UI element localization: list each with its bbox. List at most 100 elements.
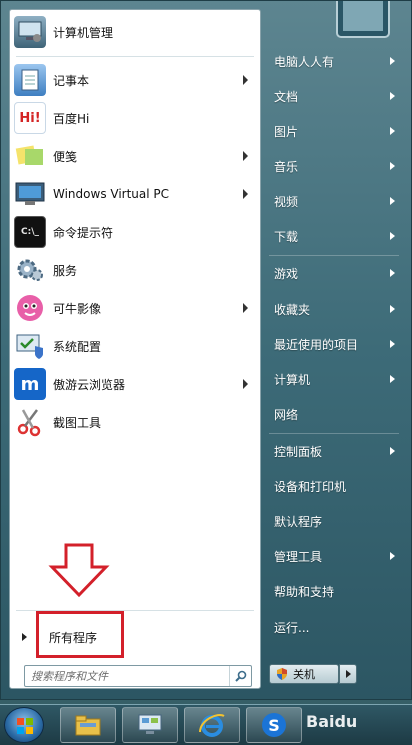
place-item[interactable]: 管理工具	[265, 540, 405, 573]
place-item[interactable]: 收藏夹	[265, 293, 405, 326]
place-item[interactable]: 图片	[265, 115, 405, 148]
place-item[interactable]: 文档	[265, 80, 405, 113]
place-label: 计算机	[274, 373, 311, 387]
expand-arrow-icon	[22, 633, 27, 641]
shutdown-label: 关机	[293, 668, 315, 681]
program-label: 服务	[53, 263, 78, 278]
place-label: 下载	[274, 230, 299, 244]
chevron-right-icon	[390, 269, 395, 277]
chevron-right-icon	[390, 127, 395, 135]
program-label: 系统配置	[53, 339, 102, 354]
place-label: 网络	[274, 408, 299, 422]
place-item[interactable]: 控制面板	[265, 435, 405, 468]
virtual-pc-icon	[14, 178, 46, 210]
start-button[interactable]	[4, 707, 44, 743]
program-item[interactable]: m 傲游云浏览器	[10, 366, 260, 402]
chevron-right-icon	[390, 197, 395, 205]
program-label: 命令提示符	[53, 225, 114, 240]
search-input[interactable]: 搜索程序和文件	[25, 668, 229, 684]
program-item[interactable]: Windows Virtual PC	[10, 176, 260, 212]
chevron-right-icon	[243, 379, 248, 389]
programs-pane: 计算机管理记事本 Hi! 百度Hi 便笺 Windows Virtual PC C:\_ 命…	[9, 9, 261, 689]
maxthon-browser-icon: m	[14, 368, 46, 400]
place-item[interactable]: 视频	[265, 185, 405, 218]
place-label: 视频	[274, 195, 299, 209]
place-item[interactable]: 计算机	[265, 363, 405, 396]
windows-logo-icon	[17, 718, 33, 734]
chevron-right-icon	[390, 552, 395, 560]
taskbar-ie-button[interactable]	[184, 707, 240, 743]
search-icon	[234, 670, 246, 682]
program-item[interactable]: C:\_ 命令提示符	[10, 214, 260, 250]
chevron-right-icon	[345, 670, 351, 678]
search-button[interactable]	[229, 666, 251, 686]
place-label: 音乐	[274, 160, 299, 174]
search-box[interactable]: 搜索程序和文件	[24, 665, 252, 687]
program-item[interactable]: 便笺	[10, 138, 260, 174]
program-item[interactable]: 可牛影像	[10, 290, 260, 326]
place-item[interactable]: 设备和打印机	[265, 470, 405, 503]
chevron-right-icon	[390, 92, 395, 100]
place-label: 收藏夹	[274, 303, 311, 317]
place-item[interactable]: 默认程序	[265, 505, 405, 538]
command-prompt-icon: C:\_	[14, 216, 46, 248]
program-label: 百度Hi	[53, 111, 90, 126]
place-label: 管理工具	[274, 550, 323, 564]
chevron-right-icon	[390, 447, 395, 455]
shutdown-button[interactable]: 关机	[269, 664, 339, 684]
place-label: 游戏	[274, 267, 299, 281]
chevron-right-icon	[243, 189, 248, 199]
place-label: 设备和打印机	[274, 480, 347, 494]
watermark: Baidu	[306, 712, 358, 731]
chevron-right-icon	[243, 303, 248, 313]
computer-management-icon	[14, 16, 46, 48]
chevron-right-icon	[390, 375, 395, 383]
place-label: 帮助和支持	[274, 585, 335, 599]
program-item[interactable]: 记事本	[10, 62, 260, 98]
taskbar-explorer-button[interactable]	[60, 707, 116, 743]
program-item[interactable]: Hi! 百度Hi	[10, 100, 260, 136]
separator	[269, 255, 399, 256]
file-explorer-icon	[75, 715, 101, 736]
program-label: 便笺	[53, 149, 78, 164]
uac-shield-icon	[277, 668, 287, 680]
chevron-right-icon	[390, 305, 395, 313]
place-item[interactable]: 运行...	[265, 611, 405, 644]
chevron-right-icon	[243, 151, 248, 161]
internet-explorer-icon	[199, 714, 225, 737]
place-item[interactable]: 游戏	[265, 257, 405, 290]
place-item[interactable]: 下载	[265, 220, 405, 253]
program-item[interactable]: 截图工具	[10, 404, 260, 440]
chevron-right-icon	[390, 57, 395, 65]
place-item[interactable]: 电脑人人有	[265, 45, 405, 78]
services-icon	[14, 254, 46, 286]
shutdown-options-button[interactable]	[339, 664, 357, 684]
place-item[interactable]: 网络	[265, 398, 405, 431]
program-item[interactable]: 计算机管理	[10, 14, 260, 50]
notepad-icon	[14, 64, 46, 96]
program-label: Windows Virtual PC	[53, 187, 170, 201]
program-item[interactable]: 服务	[10, 252, 260, 288]
place-item[interactable]: 帮助和支持	[265, 575, 405, 608]
place-label: 运行...	[274, 621, 310, 635]
taskbar-sogou-button[interactable]: S	[246, 707, 302, 743]
program-label: 截图工具	[53, 415, 102, 430]
user-picture-icon[interactable]	[331, 1, 395, 41]
place-label: 文档	[274, 90, 299, 104]
start-menu: 计算机管理记事本 Hi! 百度Hi 便笺 Windows Virtual PC C:\_ 命…	[0, 0, 412, 700]
baidu-hi-icon: Hi!	[14, 102, 46, 134]
place-label: 最近使用的项目	[274, 338, 359, 352]
svg-text:S: S	[268, 716, 280, 735]
down-arrow-annotation-icon	[48, 543, 110, 598]
chevron-right-icon	[390, 340, 395, 348]
chevron-right-icon	[390, 162, 395, 170]
program-item[interactable]: 系统配置	[10, 328, 260, 364]
highlight-box-annotation	[36, 611, 124, 658]
program-label: 记事本	[53, 73, 90, 88]
separator	[16, 56, 254, 57]
place-item[interactable]: 最近使用的项目	[265, 328, 405, 361]
chevron-right-icon	[243, 75, 248, 85]
taskbar-control-panel-button[interactable]	[122, 707, 178, 743]
place-item[interactable]: 音乐	[265, 150, 405, 183]
system-config-icon	[14, 330, 46, 362]
